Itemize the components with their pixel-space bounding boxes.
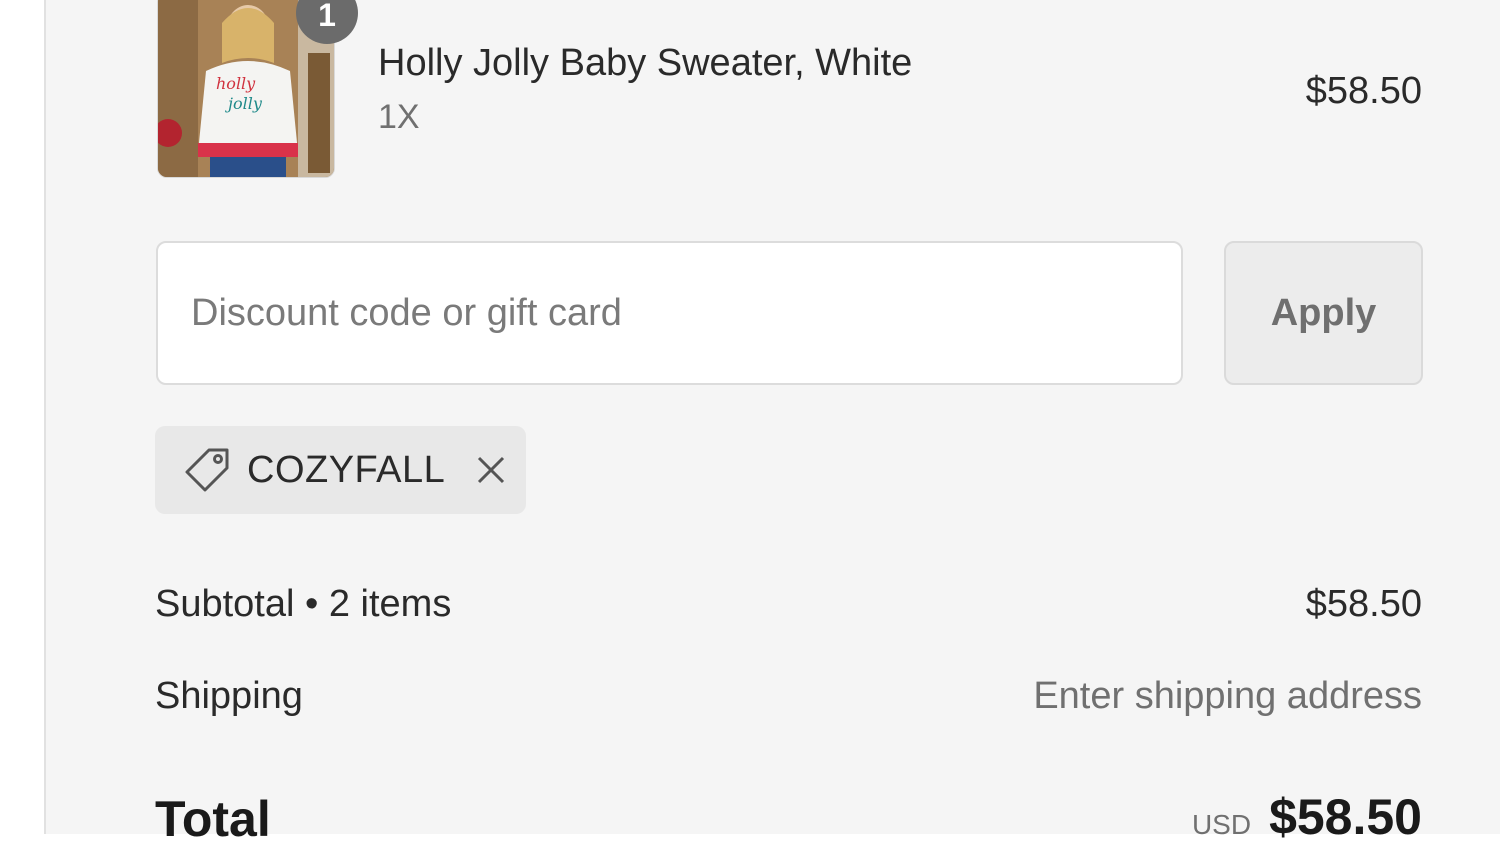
applied-discount-code: COZYFALL	[247, 448, 446, 491]
applied-discount-chip: COZYFALL	[155, 426, 526, 514]
discount-code-input[interactable]	[156, 241, 1183, 385]
subtotal-value: $58.50	[1305, 583, 1422, 625]
remove-discount-button[interactable]	[473, 452, 509, 488]
apply-button[interactable]: Apply	[1224, 241, 1423, 385]
close-icon	[478, 456, 505, 484]
total-currency: USD	[1191, 809, 1252, 840]
svg-text:holly: holly	[216, 74, 256, 93]
product-variant: 1X	[378, 98, 420, 136]
product-price: $58.50	[1305, 70, 1422, 112]
shipping-label: Shipping	[155, 675, 303, 717]
tag-icon	[185, 448, 229, 492]
svg-text:jolly: jolly	[225, 94, 263, 113]
shipping-value: Enter shipping address	[1033, 675, 1422, 717]
subtotal-label: Subtotal • 2 items	[155, 583, 452, 625]
total-value: $58.50	[1269, 789, 1422, 845]
total-label: Total	[155, 791, 271, 847]
total-amount: USD $58.50	[1192, 788, 1422, 846]
product-name: Holly Jolly Baby Sweater, White	[378, 42, 913, 84]
main-content-edge	[0, 0, 44, 834]
